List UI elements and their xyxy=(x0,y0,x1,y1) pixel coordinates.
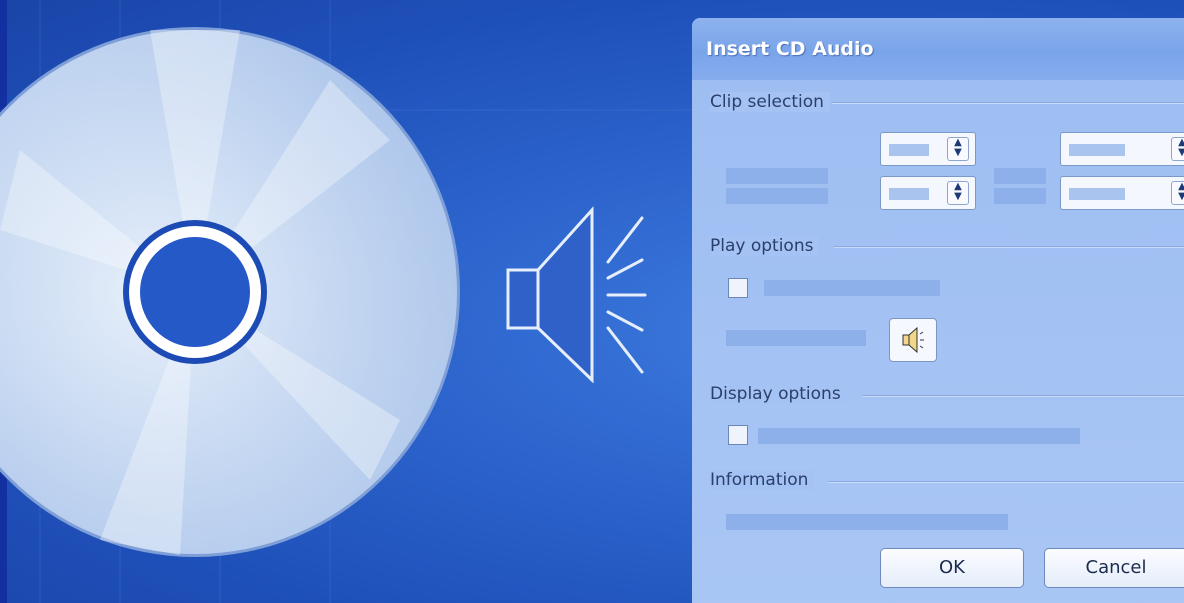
spin-up-down-icon[interactable]: ▲ ▼ xyxy=(1171,137,1184,161)
end-track-label xyxy=(726,188,828,204)
start-track-label xyxy=(726,168,828,184)
cancel-button[interactable]: Cancel xyxy=(1044,548,1184,588)
ok-button[interactable]: OK xyxy=(880,548,1024,588)
cd-disc-icon xyxy=(0,27,460,557)
information-divider xyxy=(828,481,1184,483)
end-track-value xyxy=(889,188,929,200)
information-text xyxy=(726,514,1008,530)
display-options-label: Display options xyxy=(710,384,847,404)
insert-cd-audio-dialog: Insert CD Audio Clip selection ▲ ▼ ▲ ▼ ▲ ▼ … xyxy=(692,18,1184,603)
volume-icon xyxy=(902,326,924,354)
spin-up-down-icon[interactable]: ▲ ▼ xyxy=(947,181,969,205)
dialog-title: Insert CD Audio xyxy=(706,38,874,60)
display-option-text xyxy=(758,428,1080,444)
end-time-value xyxy=(1069,188,1125,200)
at-label-1 xyxy=(994,168,1046,184)
clip-selection-divider xyxy=(832,102,1184,104)
information-label: Information xyxy=(710,470,815,490)
spin-up-down-icon[interactable]: ▲ ▼ xyxy=(947,137,969,161)
play-option-checkbox[interactable] xyxy=(728,278,748,298)
speaker-icon xyxy=(506,206,647,384)
volume-label xyxy=(726,330,866,346)
play-options-divider xyxy=(834,246,1184,248)
clip-selection-label: Clip selection xyxy=(710,92,830,112)
slide-background: Insert CD Audio Clip selection ▲ ▼ ▲ ▼ ▲ ▼ … xyxy=(0,0,1184,603)
play-option-text xyxy=(764,280,940,296)
display-option-checkbox[interactable] xyxy=(728,425,748,445)
start-time-value xyxy=(1069,144,1125,156)
start-track-value xyxy=(889,144,929,156)
spin-up-down-icon[interactable]: ▲ ▼ xyxy=(1171,181,1184,205)
display-options-divider xyxy=(862,395,1184,397)
volume-button[interactable] xyxy=(889,318,937,362)
end-time-spinner[interactable]: ▲ ▼ xyxy=(1060,176,1184,210)
start-track-spinner[interactable]: ▲ ▼ xyxy=(880,132,976,166)
end-track-spinner[interactable]: ▲ ▼ xyxy=(880,176,976,210)
start-time-spinner[interactable]: ▲ ▼ xyxy=(1060,132,1184,166)
dialog-title-bar: Insert CD Audio xyxy=(692,18,1184,80)
at-label-2 xyxy=(994,188,1046,204)
play-options-label: Play options xyxy=(710,236,820,256)
